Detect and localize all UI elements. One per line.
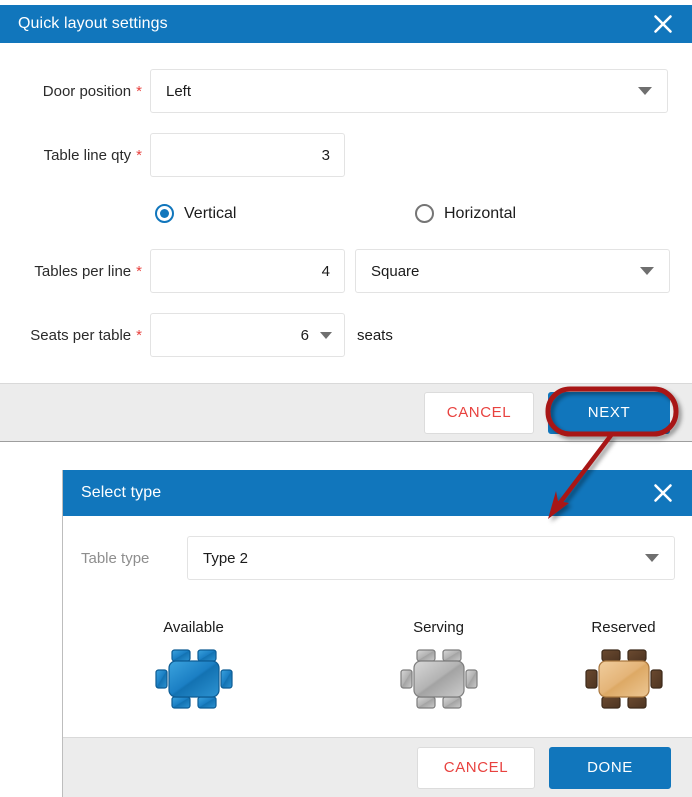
- table-type-option-label: Reserved: [591, 619, 656, 636]
- chevron-down-icon: [640, 267, 654, 275]
- radio-selected-icon: [155, 204, 174, 223]
- orientation-horizontal-label: Horizontal: [444, 204, 517, 222]
- close-x-icon[interactable]: [648, 478, 678, 508]
- close-x-icon[interactable]: [648, 9, 678, 39]
- dialog1-body: Door position * Left Table line qty * 3: [0, 43, 692, 383]
- dialog1-cancel-button[interactable]: CANCEL: [424, 391, 534, 434]
- dialog2-header: Select type: [63, 470, 692, 516]
- table-type-option-reserved[interactable]: Reserved: [561, 619, 686, 710]
- table-shape-select[interactable]: Square: [355, 249, 670, 293]
- screenshot-root: Quick layout settings Door position * Le…: [0, 0, 692, 797]
- door-position-value: Left: [166, 82, 192, 100]
- seats-per-table-select[interactable]: 6: [150, 313, 345, 357]
- field-row-seats-per-table: Seats per table * 6 seats: [22, 313, 670, 357]
- dialog2-title: Select type: [81, 484, 162, 501]
- tables-per-line-value: 4: [321, 262, 330, 280]
- dialog2-body: Table type Type 2 Available Serving Rese…: [63, 516, 692, 737]
- required-asterisk: *: [136, 146, 142, 164]
- dialog2-footer: CANCEL DONE: [63, 737, 692, 797]
- table-type-label: Table type: [81, 549, 150, 567]
- orientation-vertical-label: Vertical: [184, 204, 237, 222]
- seats-per-table-value: 6: [300, 326, 309, 344]
- orientation-vertical-radio[interactable]: Vertical: [155, 204, 236, 223]
- radio-unselected-icon: [415, 204, 434, 223]
- required-asterisk: *: [136, 82, 142, 100]
- table-type-option-label: Serving: [413, 619, 464, 636]
- dialog1-footer: CANCEL NEXT: [0, 383, 692, 442]
- door-position-select[interactable]: Left: [150, 69, 668, 113]
- table-type-option-available[interactable]: Available: [131, 619, 256, 710]
- table-type-option-serving[interactable]: Serving: [376, 619, 501, 710]
- table-line-qty-value: 3: [321, 146, 330, 164]
- dialog2-done-button[interactable]: DONE: [549, 746, 671, 789]
- table-line-qty-label: Table line qty: [43, 146, 132, 164]
- field-row-table-line-qty: Table line qty * 3: [22, 133, 670, 177]
- dialog1-header: Quick layout settings: [0, 5, 692, 43]
- dialog1-next-button[interactable]: NEXT: [548, 391, 670, 434]
- table-line-qty-input[interactable]: 3: [150, 133, 345, 177]
- tables-per-line-input[interactable]: 4: [150, 249, 345, 293]
- table-type-option-label: Available: [163, 619, 224, 636]
- seats-suffix-label: seats: [357, 326, 393, 344]
- tables-per-line-label: Tables per line: [34, 262, 132, 280]
- table-6-seats-icon: [584, 649, 663, 709]
- field-row-table-type: Table type Type 2: [81, 536, 675, 580]
- table-type-value: Type 2: [203, 549, 249, 567]
- dialog2-cancel-button[interactable]: CANCEL: [417, 746, 535, 789]
- orientation-horizontal-radio[interactable]: Horizontal: [415, 204, 516, 223]
- table-shape-value: Square: [371, 262, 420, 280]
- chevron-down-icon: [645, 554, 659, 562]
- chevron-down-icon: [320, 331, 332, 339]
- quick-layout-settings-dialog: Quick layout settings Door position * Le…: [0, 5, 692, 442]
- field-row-door-position: Door position * Left: [22, 69, 670, 113]
- seats-per-table-label: Seats per table: [30, 326, 132, 344]
- chevron-down-icon: [638, 87, 652, 95]
- required-asterisk: *: [136, 262, 142, 280]
- select-type-dialog: Select type Table type Type 2 Available …: [62, 470, 692, 797]
- required-asterisk: *: [136, 326, 142, 344]
- table-6-seats-icon: [399, 649, 478, 709]
- dialog1-title: Quick layout settings: [18, 15, 168, 32]
- door-position-label: Door position: [42, 82, 132, 100]
- table-6-seats-icon: [154, 649, 233, 709]
- table-type-select[interactable]: Type 2: [187, 536, 675, 580]
- field-row-tables-per-line: Tables per line * 4 Square: [22, 249, 670, 293]
